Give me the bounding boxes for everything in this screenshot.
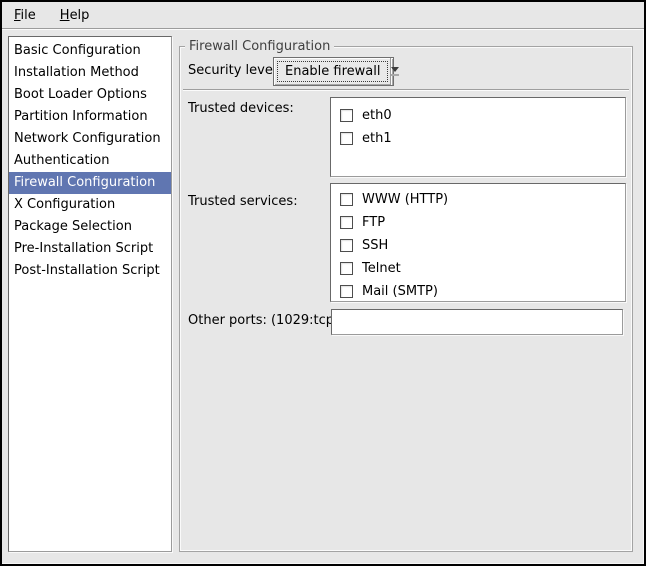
sidebar-item-network-configuration[interactable]: Network Configuration — [9, 128, 171, 150]
checkbox-www-http[interactable] — [340, 193, 353, 206]
checkbox-mail-smtp[interactable] — [340, 285, 353, 298]
checkbox-ftp[interactable] — [340, 216, 353, 229]
separator — [183, 89, 629, 91]
checkbox-ssh[interactable] — [340, 239, 353, 252]
trusted-devices-label: Trusted devices: — [188, 101, 294, 117]
sidebar-item-package-selection[interactable]: Package Selection — [9, 216, 171, 238]
trusted-service-row: SSH — [331, 234, 625, 257]
trusted-services-label: Trusted services: — [188, 194, 298, 210]
chevron-down-icon — [390, 58, 399, 85]
trusted-service-row: WWW (HTTP) — [331, 188, 625, 211]
trusted-services-list: WWW (HTTP) FTP SSH Telnet Mail (SMTP) — [330, 183, 626, 302]
checkbox-label: FTP — [362, 215, 385, 230]
sidebar-item-partition-information[interactable]: Partition Information — [9, 106, 171, 128]
menu-file[interactable]: File — [8, 5, 42, 26]
checkbox-label: Mail (SMTP) — [362, 284, 438, 299]
trusted-devices-list: eth0 eth1 — [330, 97, 626, 177]
firewall-configuration-frame: Firewall Configuration Security level: E… — [179, 46, 633, 552]
sidebar-item-firewall-configuration[interactable]: Firewall Configuration — [9, 172, 171, 194]
security-level-value: Enable firewall — [277, 61, 388, 82]
sidebar-item-installation-method[interactable]: Installation Method — [9, 62, 171, 84]
trusted-service-row: Mail (SMTP) — [331, 280, 625, 302]
category-list: Basic Configuration Installation Method … — [8, 36, 172, 552]
checkbox-eth1[interactable] — [340, 132, 353, 145]
checkbox-telnet[interactable] — [340, 262, 353, 275]
checkbox-eth0[interactable] — [340, 109, 353, 122]
sidebar-item-authentication[interactable]: Authentication — [9, 150, 171, 172]
checkbox-label: eth1 — [362, 131, 392, 146]
trusted-service-row: Telnet — [331, 257, 625, 280]
checkbox-label: eth0 — [362, 108, 392, 123]
other-ports-input[interactable] — [331, 309, 623, 335]
trusted-device-row: eth0 — [331, 104, 625, 127]
checkbox-label: SSH — [362, 238, 388, 253]
other-ports-label: Other ports: (1029:tcp) — [188, 313, 339, 329]
menu-help[interactable]: Help — [54, 5, 96, 26]
security-level-label: Security level: — [188, 63, 281, 79]
menubar: File Help — [2, 2, 644, 29]
checkbox-label: WWW (HTTP) — [362, 192, 448, 207]
security-level-dropdown[interactable]: Enable firewall — [273, 57, 394, 86]
checkbox-label: Telnet — [362, 261, 401, 276]
sidebar-item-pre-installation-script[interactable]: Pre-Installation Script — [9, 238, 171, 260]
sidebar-item-post-installation-script[interactable]: Post-Installation Script — [9, 260, 171, 282]
kickstart-configurator-window: File Help Basic Configuration Installati… — [0, 0, 646, 566]
sidebar-item-x-configuration[interactable]: X Configuration — [9, 194, 171, 216]
trusted-device-row: eth1 — [331, 127, 625, 150]
trusted-service-row: FTP — [331, 211, 625, 234]
sidebar-item-boot-loader-options[interactable]: Boot Loader Options — [9, 84, 171, 106]
frame-title: Firewall Configuration — [185, 38, 334, 55]
sidebar-item-basic-configuration[interactable]: Basic Configuration — [9, 40, 171, 62]
